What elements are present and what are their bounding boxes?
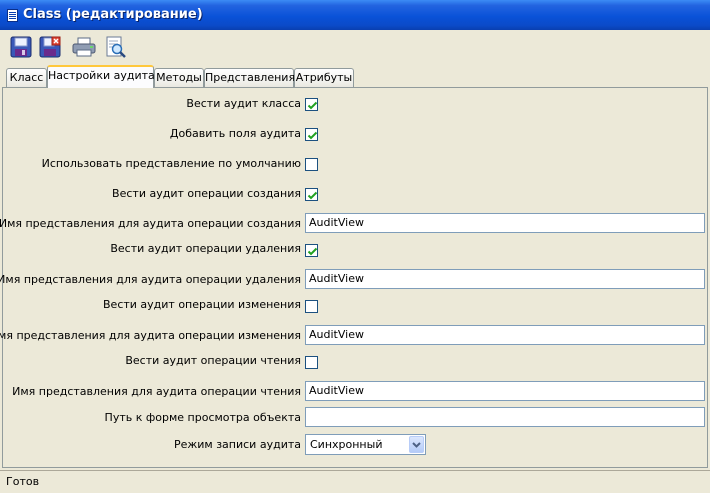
save-icon[interactable] [10, 36, 32, 58]
write-mode-value: Синхронный [310, 438, 383, 451]
tab-views[interactable]: Представления [204, 68, 295, 87]
audit-delete-checkbox[interactable] [305, 244, 318, 257]
delete-view-input[interactable]: AuditView [305, 269, 705, 289]
chevron-down-icon[interactable] [409, 436, 424, 453]
view-form-path-input[interactable] [305, 407, 705, 427]
write-mode-label: Режим записи аудита [173, 438, 301, 451]
window-title: Class (редактирование) [23, 7, 203, 22]
audit-update-label: Вести аудит операции изменения [103, 298, 301, 311]
audit-create-label: Вести аудит операции создания [112, 187, 301, 200]
create-view-label: Имя представления для аудита операции со… [0, 217, 301, 230]
status-bar: Готов [0, 470, 710, 493]
tab-attributes[interactable]: Атрибуты [294, 68, 354, 87]
tab-methods[interactable]: Методы [154, 68, 204, 87]
audit-read-checkbox[interactable] [305, 356, 318, 369]
use-default-view-checkbox[interactable] [305, 158, 318, 171]
print-icon[interactable] [72, 36, 96, 58]
audit-delete-label: Вести аудит операции удаления [110, 242, 301, 255]
audit-update-checkbox[interactable] [305, 300, 318, 313]
status-text: Готов [6, 475, 40, 488]
use-default-view-label: Использовать представление по умолчанию [41, 157, 301, 170]
add-audit-fields-checkbox[interactable] [305, 128, 318, 141]
tab-strip: Класс Настройки аудита Методы Представле… [0, 64, 710, 88]
audit-read-label: Вести аудит операции чтения [125, 354, 301, 367]
audit-create-checkbox[interactable] [305, 188, 318, 201]
audit-class-checkbox[interactable] [305, 98, 318, 111]
preview-icon[interactable] [105, 36, 127, 58]
read-view-input[interactable]: AuditView [305, 381, 705, 401]
update-view-label: Имя представления для аудита операции из… [0, 329, 301, 342]
toolbar [0, 30, 710, 64]
delete-view-label: Имя представления для аудита операции уд… [0, 273, 301, 286]
save-close-icon[interactable] [39, 36, 61, 58]
update-view-input[interactable]: AuditView [305, 325, 705, 345]
tab-class[interactable]: Класс [6, 68, 47, 87]
view-form-path-label: Путь к форме просмотра объекта [104, 411, 301, 424]
create-view-input[interactable]: AuditView [305, 213, 705, 233]
tab-audit-settings[interactable]: Настройки аудита [47, 65, 155, 88]
window-menu-icon[interactable] [7, 9, 18, 22]
title-bar[interactable]: Class (редактирование) [0, 0, 710, 30]
add-audit-fields-label: Добавить поля аудита [169, 127, 301, 140]
audit-class-label: Вести аудит класса [186, 97, 301, 110]
read-view-label: Имя представления для аудита операции чт… [12, 385, 301, 398]
write-mode-select[interactable]: Синхронный [305, 434, 426, 455]
